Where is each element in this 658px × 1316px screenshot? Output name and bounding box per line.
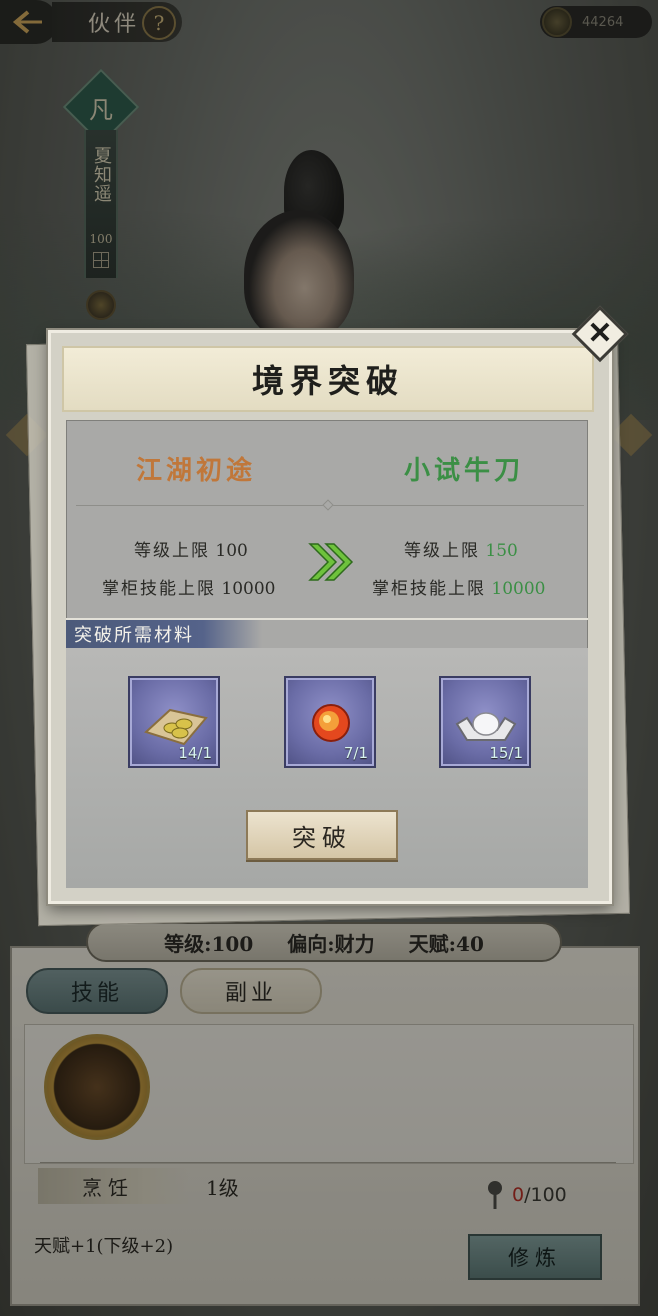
to-level-cap-value: 150: [485, 541, 518, 561]
dialog-header: 境界突破: [62, 346, 594, 412]
double-arrow-icon: [308, 543, 354, 581]
material-count: 14/1: [178, 744, 212, 762]
from-skill-cap-label: 掌柜技能上限: [102, 579, 216, 599]
from-level-cap-label: 等级上限: [134, 541, 210, 561]
to-skill-cap-value: 10000: [491, 579, 546, 599]
next-realm: 小试牛刀: [403, 456, 524, 486]
material-slot-fire-orb[interactable]: 7/1: [284, 676, 376, 768]
to-level-cap: 等级上限 150: [404, 536, 518, 561]
from-level-cap: 等级上限 100: [134, 536, 248, 561]
material-slot-dumpling[interactable]: 14/1: [128, 676, 220, 768]
to-skill-cap: 掌柜技能上限 10000: [372, 574, 546, 599]
material-slot-silver-ingot[interactable]: 15/1: [439, 676, 531, 768]
to-level-cap-label: 等级上限: [404, 541, 480, 561]
dialog-title: 境界突破: [251, 362, 404, 400]
from-skill-cap: 掌柜技能上限 10000: [102, 574, 276, 599]
from-level-cap-value: 100: [215, 541, 248, 561]
close-icon: ✕: [587, 316, 613, 351]
material-count: 7/1: [343, 744, 368, 762]
breakthrough-button[interactable]: 突破: [246, 810, 398, 860]
materials-label: 突破所需材料: [66, 620, 262, 648]
from-skill-cap-value: 10000: [221, 579, 276, 599]
to-skill-cap-label: 掌柜技能上限: [372, 579, 486, 599]
material-count: 15/1: [489, 744, 523, 762]
current-realm: 江湖初途: [135, 456, 256, 486]
close-button[interactable]: ✕: [571, 305, 629, 363]
